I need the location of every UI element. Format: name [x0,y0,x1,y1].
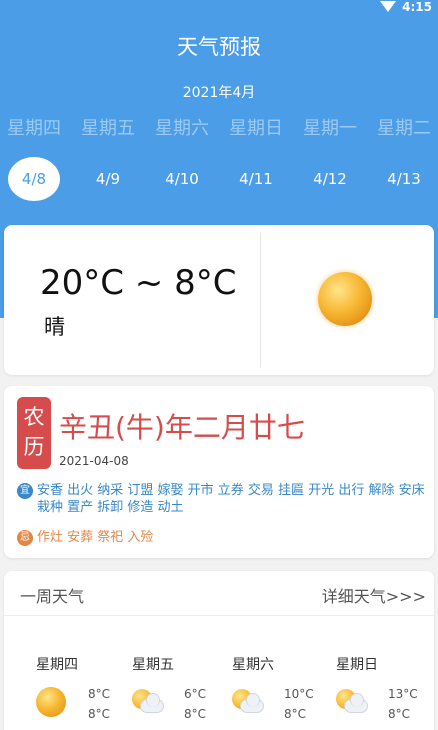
day-name: 星期五 [132,657,174,673]
status-bar: 4:15 [380,0,432,14]
suitable-row: 宜 安香 出火 纳采 订盟 嫁娶 开市 立券 交易 挂匾 开光 出行 解除 安床… [17,482,427,516]
weekly-weather-card: 一周天气 详细天气>>> 星期四 8°C 8°C 星期五 6°C 8°C 星期六… [4,571,434,730]
date-tab[interactable]: 4/8 [8,157,60,201]
weekday-label: 星期五 [81,118,135,139]
weekday-label: 星期四 [7,118,61,139]
suitable-icon: 宜 [17,483,33,499]
partly-cloudy-icon [232,687,264,719]
day-high: 13°C [388,687,418,701]
status-time: 4:15 [402,0,432,14]
day-low: 8°C [284,707,307,721]
weekday-label: 星期六 [155,118,209,139]
partly-cloudy-icon [336,687,368,719]
sun-icon [318,272,372,326]
sun-icon [36,687,68,719]
lunar-calendar-card: 农 历 辛丑(牛)年二月廿七 2021-04-08 宜 安香 出火 纳采 订盟 … [4,386,434,558]
partly-cloudy-icon [132,687,164,719]
divider [4,615,434,616]
weather-condition: 晴 [44,315,65,339]
day-name: 星期六 [232,657,274,673]
lunar-badge-bottom: 历 [23,435,45,459]
avoid-activities: 作灶 安葬 祭祀 入殓 [37,530,154,545]
day-high: 8°C [88,687,111,701]
gregorian-date: 2021-04-08 [59,454,129,468]
day-low: 8°C [88,707,111,721]
wifi-icon [380,0,397,12]
month-label: 2021年4月 [182,85,256,101]
today-weather-card: 20°C ~ 8°C 晴 [4,225,434,375]
day-name: 星期四 [36,657,78,673]
detail-weather-link[interactable]: 详细天气>>> [322,583,426,607]
divider [260,233,261,367]
week-title: 一周天气 [20,587,85,606]
day-name: 星期日 [336,657,378,673]
avoid-row: 忌 作灶 安葬 祭祀 入殓 [17,529,153,546]
avoid-icon: 忌 [17,530,33,546]
day-high: 10°C [284,687,314,701]
weekday-label: 星期一 [303,118,357,139]
lunar-badge: 农 历 [17,397,51,469]
weekday-label: 星期日 [229,118,283,139]
day-low: 8°C [388,707,411,721]
day-high: 6°C [184,687,207,701]
date-tab[interactable]: 4/9 [82,157,134,201]
day-low: 8°C [184,707,207,721]
lunar-badge-top: 农 [23,405,45,429]
date-tab[interactable]: 4/11 [230,157,282,201]
date-tab[interactable]: 4/10 [156,157,208,201]
date-tab[interactable]: 4/13 [378,157,430,201]
temperature-range: 20°C ~ 8°C [40,263,237,303]
suitable-activities: 安香 出火 纳采 订盟 嫁娶 开市 立券 交易 挂匾 开光 出行 解除 安床 栽… [37,483,425,515]
weekday-label: 星期二 [377,118,431,139]
lunar-date: 辛丑(牛)年二月廿七 [59,411,305,444]
page-title: 天气预报 [177,35,261,59]
date-tab[interactable]: 4/12 [304,157,356,201]
